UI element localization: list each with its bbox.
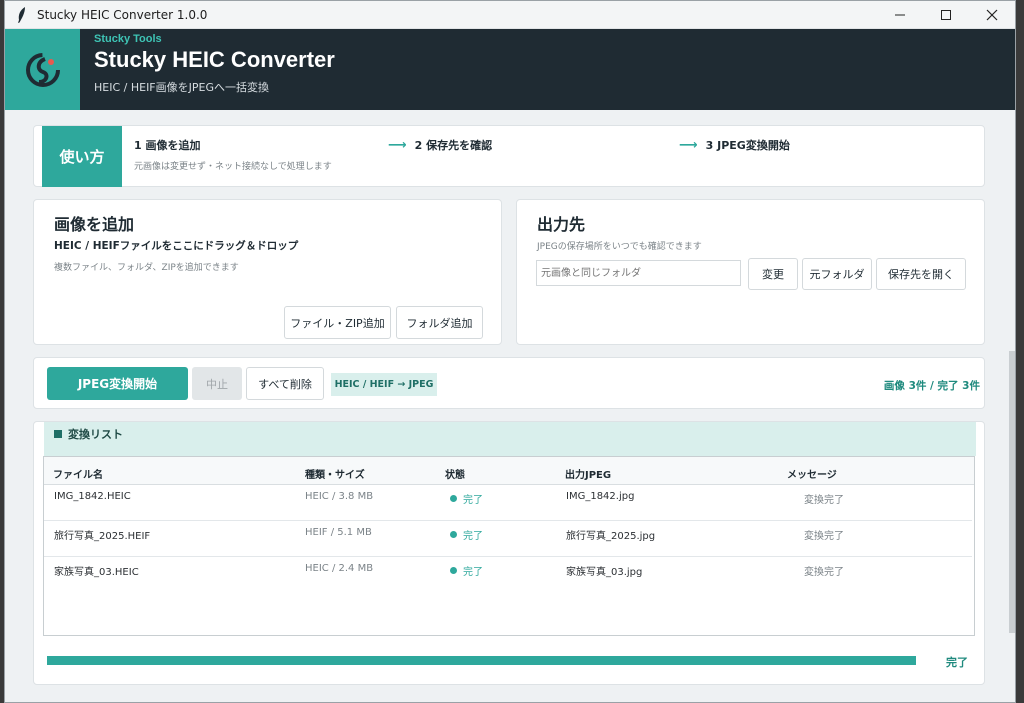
desktop-right-edge [1016,0,1024,703]
col-output[interactable]: 出力JPEG [565,466,611,481]
output-title: 出力先 [537,215,586,234]
output-hint: JPEGの保存場所をいつでも確認できます [537,242,702,252]
conversion-table[interactable]: ファイル名 種類・サイズ 状態 出力JPEG メッセージ IMG_1842.HE… [43,456,975,636]
table-row[interactable]: 旅行写真_2025.HEIF HEIF / 5.1 MB 完了 旅行写真_202… [44,521,972,557]
row-message: 変換完了 [804,495,844,506]
change-output-button[interactable]: 変更 [748,258,798,290]
row-type-size: HEIC / 2.4 MB [305,563,374,574]
format-badge: HEIC / HEIF → JPEG [331,373,437,396]
step-convert: ⟶ 3 JPEG変換開始 [679,138,790,153]
window-scrollbar[interactable] [1009,351,1015,633]
title-bar: Stucky HEIC Converter 1.0.0 [5,1,1015,29]
output-panel: 出力先 JPEGの保存場所をいつでも確認できます 変更 元フォルダ 保存先を開く [516,199,985,345]
app-title: Stucky HEIC Converter [94,47,335,72]
row-type-size: HEIF / 5.1 MB [305,527,372,538]
step-add: 1 画像を追加 [134,139,201,152]
stucky-logo-icon [5,29,80,110]
row-message: 変換完了 [804,567,844,578]
row-filename: 旅行写真_2025.HEIF [54,531,151,542]
row-output: 家族写真_03.jpg [566,567,643,578]
list-header: 変換リスト [44,422,976,456]
open-output-button[interactable]: 保存先を開く [876,258,966,290]
maximize-button[interactable] [923,1,969,29]
usage-label: 使い方 [42,126,122,187]
output-folder-input[interactable] [536,260,741,286]
window-title: Stucky HEIC Converter 1.0.0 [37,7,208,22]
square-icon [54,430,62,438]
drop-zone-text: HEIC / HEIFファイルをここにドラッグ＆ドロップ [54,240,299,252]
app-subtitle: HEIC / HEIF画像をJPEGへ一括変換 [94,81,269,94]
count-summary: 画像 3件 / 完了 3件 [883,380,980,392]
status-dot-icon [450,531,457,538]
add-folder-button[interactable]: フォルダ追加 [396,306,483,339]
add-file-zip-button[interactable]: ファイル・ZIP追加 [284,306,391,339]
col-message[interactable]: メッセージ [787,466,837,481]
row-output: IMG_1842.jpg [566,491,635,502]
row-type-size: HEIC / 3.8 MB [305,491,374,502]
table-row[interactable]: IMG_1842.HEIC HEIC / 3.8 MB 完了 IMG_1842.… [44,485,972,521]
app-header: Stucky Tools Stucky HEIC Converter HEIC … [5,29,1015,110]
list-title: 変換リスト [68,428,123,441]
row-status: 完了 [450,491,483,506]
add-images-panel[interactable]: 画像を追加 HEIC / HEIFファイルをここにドラッグ＆ドロップ 複数ファイ… [33,199,502,345]
progress-label: 完了 [946,656,968,669]
start-convert-button[interactable]: JPEG変換開始 [47,367,188,400]
minimize-button[interactable] [877,1,923,29]
row-status: 完了 [450,563,483,578]
row-filename: 家族写真_03.HEIC [54,567,139,578]
row-message: 変換完了 [804,531,844,542]
arrow-right-icon: ⟶ [679,138,698,153]
row-filename: IMG_1842.HEIC [54,491,131,502]
col-type-size[interactable]: 種類・サイズ [305,466,365,481]
add-images-title: 画像を追加 [54,215,135,234]
status-dot-icon [450,567,457,574]
usage-note: 元画像は変更せず・ネット接続なしで処理します [134,162,332,172]
stop-button[interactable]: 中止 [192,367,242,400]
conversion-list-panel: 変換リスト ファイル名 種類・サイズ 状態 出力JPEG メッセージ IMG_1… [33,421,985,685]
progress-fill [47,656,916,665]
table-header: ファイル名 種類・サイズ 状態 出力JPEG メッセージ [44,457,974,485]
close-button[interactable] [969,1,1015,29]
col-status[interactable]: 状態 [445,466,465,481]
status-dot-icon [450,495,457,502]
clear-all-button[interactable]: すべて削除 [246,367,324,400]
usage-panel: 使い方 1 画像を追加 ⟶ 2 保存先を確認 ⟶ 3 JPEG変換開始 元画像は変更… [33,125,985,187]
row-output: 旅行写真_2025.jpg [566,531,656,542]
progress-bar [47,656,916,665]
action-bar: JPEG変換開始 中止 すべて削除 HEIC / HEIF → JPEG 画像 … [33,357,985,409]
arrow-right-icon: ⟶ [388,138,407,153]
drop-zone-hint: 複数ファイル、フォルダ、ZIPを追加できます [54,263,239,273]
table-row[interactable]: 家族写真_03.HEIC HEIC / 2.4 MB 完了 家族写真_03.jp… [44,557,972,593]
row-status: 完了 [450,527,483,542]
app-window: Stucky HEIC Converter 1.0.0 Stucky Tools… [4,0,1016,703]
feather-icon [9,6,35,23]
original-folder-button[interactable]: 元フォルダ [802,258,872,290]
col-filename[interactable]: ファイル名 [53,466,103,481]
brand-name: Stucky Tools [94,33,162,45]
step-confirm: ⟶ 2 保存先を確認 [388,138,493,153]
